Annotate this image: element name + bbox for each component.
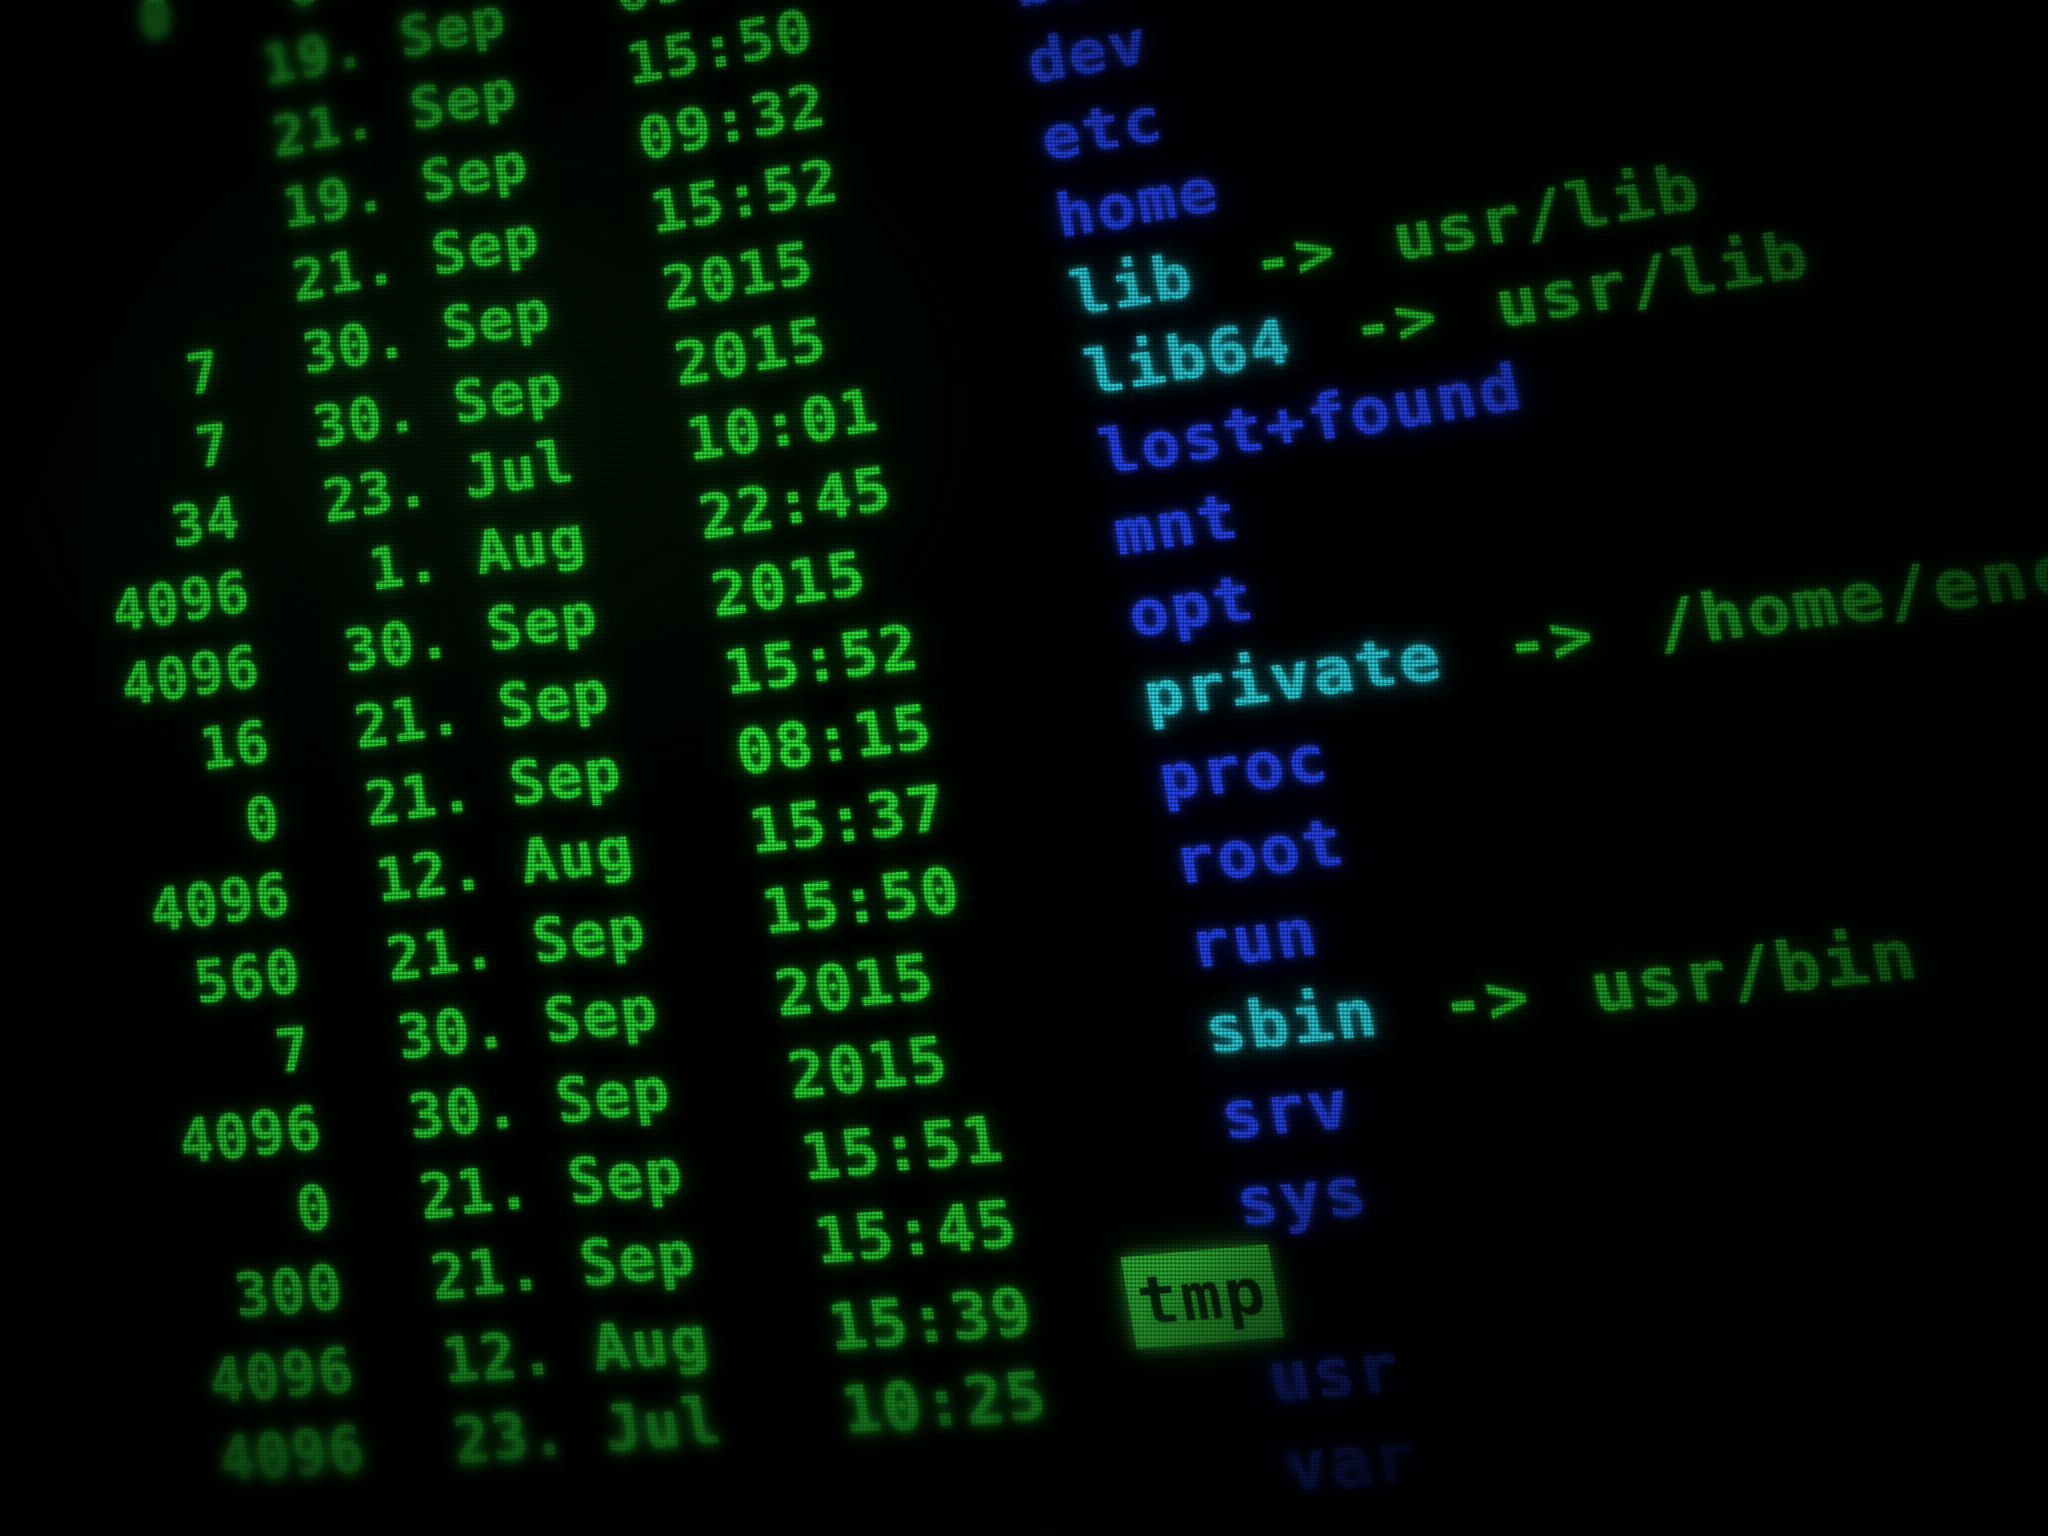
entry-day: 12. [437, 1315, 562, 1399]
entry-day: 23. [448, 1395, 574, 1479]
entry-arrow: -> [1434, 956, 1539, 1045]
entry-time [825, 1498, 1163, 1521]
entry-name: var [1277, 1417, 1426, 1507]
terminal-directory-listing: 1.Sep15:531.Sep15:53.00.Sep2015..19.Sep0… [0, 0, 2048, 1536]
monitor-photo: 1.Sep15:531.Sep15:53.00.Sep2015..19.Sep0… [0, 0, 2048, 1536]
entry-day: 21. [426, 1231, 550, 1315]
entry-day: 21. [414, 1150, 538, 1234]
entry-month [583, 1521, 825, 1536]
